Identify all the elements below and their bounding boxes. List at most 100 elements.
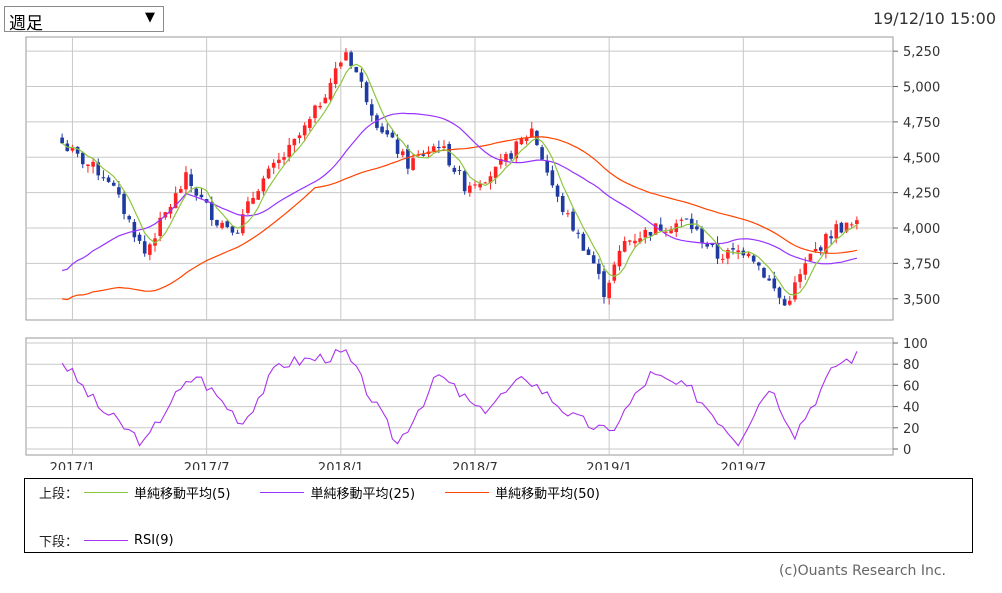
candle-body xyxy=(101,177,106,179)
candle-body xyxy=(757,262,761,266)
candle-body xyxy=(633,240,637,244)
candle-body xyxy=(400,151,405,156)
candle-body xyxy=(395,139,400,154)
candle-body xyxy=(529,128,534,138)
candle-body xyxy=(793,282,797,300)
candle-body xyxy=(720,258,725,260)
candle-body xyxy=(607,282,611,299)
candle-body xyxy=(209,202,214,220)
legend-upper-row: 上段： 単純移動平均(5) 単純移動平均(25) 単純移動平均(50) xyxy=(39,483,630,502)
candle-body xyxy=(225,221,230,228)
candle-body xyxy=(323,97,328,104)
candle-body xyxy=(344,52,348,61)
candle-body xyxy=(855,220,859,225)
candle-body xyxy=(829,236,833,239)
candle-body xyxy=(302,125,307,136)
legend-rsi-label: RSI(9) xyxy=(134,533,174,548)
legend-sma50: 単純移動平均(50) xyxy=(445,483,600,502)
candle-body xyxy=(483,182,488,184)
rsi-y-tick-label: 60 xyxy=(903,379,920,394)
candle-body xyxy=(411,158,415,170)
legend-sma5-label: 単純移動平均(5) xyxy=(134,487,231,502)
legend-lower-row: 下段： RSI(9) xyxy=(39,531,204,550)
x-tick-label: 2019/1 xyxy=(586,461,632,470)
candle-body xyxy=(194,188,199,196)
x-tick-label: 2017/7 xyxy=(184,461,230,470)
price-y-tick-label: 5,000 xyxy=(903,81,940,96)
candle-body xyxy=(767,278,771,281)
candle-body xyxy=(137,234,142,241)
candle-body xyxy=(359,72,364,82)
candle-body xyxy=(612,264,617,281)
candle-body xyxy=(803,263,808,275)
candle-body xyxy=(617,250,622,267)
candle-body xyxy=(540,147,544,160)
candle-body xyxy=(818,247,823,251)
candle-body xyxy=(602,271,606,298)
candle-body xyxy=(230,226,235,233)
candle-body xyxy=(787,300,792,305)
legend-rsi-line xyxy=(84,540,129,541)
legend-upper-label: 上段： xyxy=(39,487,79,502)
candle-body xyxy=(122,193,126,215)
candle-body xyxy=(442,146,446,148)
candle-body xyxy=(256,191,261,200)
rsi-y-tick-label: 0 xyxy=(903,443,911,458)
rsi-y-tick-label: 40 xyxy=(903,401,920,416)
candle-body xyxy=(684,218,689,220)
candle-body xyxy=(179,189,183,193)
legend-sma50-label: 単純移動平均(50) xyxy=(495,487,600,502)
candle-body xyxy=(555,185,560,197)
candle-body xyxy=(643,229,648,238)
candle-body xyxy=(251,197,255,204)
legend-sma25: 単純移動平均(25) xyxy=(260,483,415,502)
legend-sma5: 単純移動平均(5) xyxy=(84,483,230,502)
candle-body xyxy=(777,287,782,298)
candle-body xyxy=(80,152,85,165)
candle-body xyxy=(493,166,498,179)
candle-body xyxy=(679,219,684,221)
legend-sma50-line xyxy=(445,492,490,493)
candle-body xyxy=(762,267,766,278)
candle-body xyxy=(354,67,359,73)
candle-body xyxy=(452,167,457,172)
candle-body xyxy=(772,278,777,289)
candle-body xyxy=(849,224,854,226)
candle-body xyxy=(560,196,565,212)
candle-body xyxy=(751,255,756,262)
candle-body xyxy=(184,172,188,190)
x-tick-label: 2018/7 xyxy=(452,461,498,470)
candle-body xyxy=(271,162,276,168)
candle-body xyxy=(142,241,147,254)
candle-body xyxy=(318,105,322,108)
copyright: (c)Ouants Research Inc. xyxy=(778,563,946,579)
candle-body xyxy=(834,224,839,239)
candle-body xyxy=(545,160,550,173)
legend-lower-label: 下段： xyxy=(39,535,79,550)
price-y-tick-label: 3,750 xyxy=(903,257,940,272)
candle-body xyxy=(839,222,844,233)
x-tick-label: 2019/7 xyxy=(720,461,766,470)
candle-body xyxy=(581,233,586,251)
candle-body xyxy=(462,171,467,192)
candle-body xyxy=(106,177,111,182)
candle-body xyxy=(308,119,312,128)
candle-body xyxy=(576,232,580,234)
candle-body xyxy=(91,161,95,167)
candle-body xyxy=(349,52,353,67)
candle-body xyxy=(746,253,751,257)
price-y-tick-label: 4,500 xyxy=(903,151,940,166)
candle-body xyxy=(292,138,297,146)
candle-body xyxy=(266,168,271,179)
candle-body xyxy=(277,159,281,164)
candle-body xyxy=(111,182,116,186)
candle-body xyxy=(700,228,704,243)
candle-body xyxy=(199,194,204,198)
candle-body xyxy=(591,255,596,264)
candle-body xyxy=(406,148,410,169)
legend-box: 上段： 単純移動平均(5) 単純移動平均(25) 単純移動平均(50) 下段： … xyxy=(24,478,973,553)
candle-body xyxy=(189,174,193,186)
candle-body xyxy=(117,187,121,195)
candle-body xyxy=(597,263,601,274)
candle-body xyxy=(364,82,369,103)
